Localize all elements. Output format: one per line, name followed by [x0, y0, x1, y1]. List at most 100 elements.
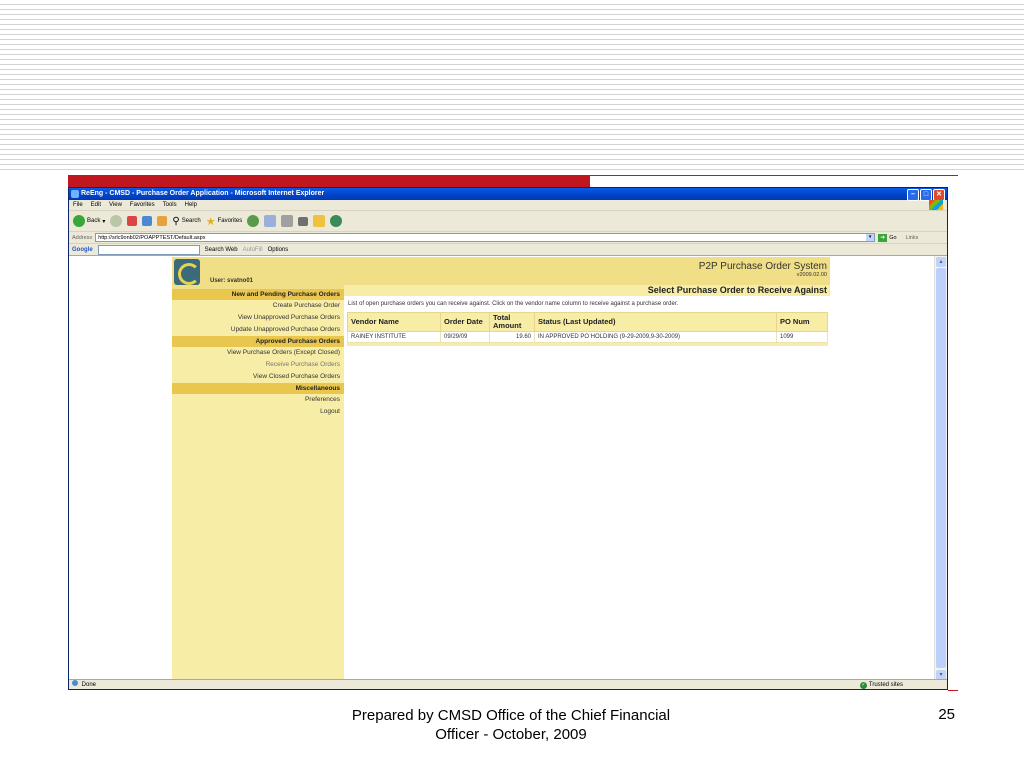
back-button[interactable]: Back ▾ — [73, 215, 105, 227]
total-amount: 19.60 — [489, 331, 535, 343]
system-header: P2P Purchase Order System v2009.02.00 — [344, 257, 830, 285]
nav-logout[interactable]: Logout — [172, 406, 344, 418]
table-header-row: Vendor Name Order Date Total Amount Stat… — [347, 312, 828, 332]
menu-tools[interactable]: Tools — [163, 200, 177, 210]
page-content: User: svatno01 New and Pending Purchase … — [69, 256, 935, 681]
forward-button[interactable] — [110, 215, 123, 227]
security-zone: ✓ Trusted sites — [859, 680, 903, 689]
table-footer-band — [347, 343, 828, 346]
search-label: Search — [181, 218, 201, 224]
search-web-button[interactable]: Search Web — [205, 247, 238, 253]
order-date: 09/29/09 — [440, 331, 490, 343]
page-icon — [72, 680, 78, 686]
nav-view-po-except-closed[interactable]: View Purchase Orders (Except Closed) — [172, 347, 344, 359]
status-bar: Done ✓ Trusted sites — [69, 679, 947, 689]
google-search-input[interactable] — [97, 244, 200, 255]
po-status: IN APPROVED PO HOLDING (9-29-2009,9-30-2… — [534, 331, 777, 343]
slide-background-stripes — [0, 0, 1024, 172]
back-label: Back — [87, 218, 101, 224]
scroll-thumb[interactable] — [936, 268, 946, 668]
nav-header-approved: Approved Purchase Orders — [172, 336, 344, 347]
page-description: List of open purchase orders you can rec… — [348, 301, 679, 307]
scroll-up-icon[interactable]: ▴ — [936, 257, 946, 267]
address-value: http://srlc9onb02/POAPPTEST/Default.aspx — [98, 235, 206, 241]
star-icon: ★ — [205, 215, 216, 228]
ie-logo-icon — [71, 190, 79, 198]
address-dropdown-icon[interactable]: ▾ — [866, 234, 875, 241]
go-arrow-icon: ➜ — [878, 233, 888, 242]
slide-red-line — [590, 175, 958, 176]
left-nav-panel: User: svatno01 New and Pending Purchase … — [172, 257, 344, 681]
nav-update-unapproved[interactable]: Update Unapproved Purchase Orders — [172, 324, 344, 336]
mail-button[interactable] — [264, 215, 277, 227]
folder-button[interactable] — [313, 215, 326, 227]
nav-receive-po[interactable]: Receive Purchase Orders — [172, 359, 344, 371]
autofill-button[interactable]: AutoFill — [243, 247, 263, 253]
page-title: Select Purchase Order to Receive Against — [344, 285, 830, 296]
search-button[interactable]: ⚲ Search — [172, 216, 200, 227]
search-icon: ⚲ — [172, 215, 180, 227]
slide-page-number: 25 — [938, 706, 955, 723]
slide-red-bar — [68, 175, 590, 187]
dropdown-arrow-icon: ▾ — [102, 218, 106, 225]
favorites-button[interactable]: ★ Favorites — [206, 215, 243, 228]
menu-file[interactable]: File — [73, 200, 83, 210]
address-input[interactable]: http://srlc9onb02/POAPPTEST/Default.aspx… — [95, 233, 876, 242]
nav-view-closed[interactable]: View Closed Purchase Orders — [172, 371, 344, 383]
window-title: ReEng - CMSD - Purchase Order Applicatio… — [81, 190, 325, 197]
nav-header-new-pending: New and Pending Purchase Orders — [172, 289, 344, 300]
go-label: Go — [889, 234, 897, 241]
edit-button[interactable] — [298, 216, 309, 226]
status-text: Done — [81, 682, 97, 688]
address-label: Address — [72, 234, 93, 241]
google-toolbar: Google Search Web AutoFill Options — [69, 244, 947, 256]
menu-favorites[interactable]: Favorites — [130, 200, 155, 210]
go-button[interactable]: ➜ Go — [878, 233, 897, 242]
stop-button[interactable] — [127, 216, 138, 226]
menu-edit[interactable]: Edit — [91, 200, 101, 210]
zone-label: Trusted sites — [868, 682, 903, 688]
options-button[interactable]: Options — [268, 247, 289, 253]
home-button[interactable] — [157, 216, 168, 226]
col-status[interactable]: Status (Last Updated) — [534, 312, 777, 332]
google-logo[interactable]: Google — [72, 247, 93, 253]
favorites-label: Favorites — [217, 218, 243, 224]
po-table: Vendor Name Order Date Total Amount Stat… — [347, 312, 828, 343]
col-date[interactable]: Order Date — [440, 312, 490, 332]
menu-bar: File Edit View Favorites Tools Help — [69, 200, 947, 211]
vertical-scrollbar[interactable]: ▴ ▾ — [934, 256, 947, 681]
main-panel: P2P Purchase Order System v2009.02.00 Se… — [344, 257, 830, 681]
vendor-link[interactable]: RAINEY INSTITUTE — [347, 331, 441, 343]
windows-flag-icon — [929, 200, 943, 210]
browser-titlebar: ReEng - CMSD - Purchase Order Applicatio… — [69, 188, 947, 201]
browser-window: ReEng - CMSD - Purchase Order Applicatio… — [68, 187, 948, 690]
refresh-button[interactable] — [142, 216, 153, 226]
menu-view[interactable]: View — [109, 200, 122, 210]
col-amount[interactable]: Total Amount — [489, 312, 535, 332]
col-po[interactable]: PO Num — [776, 312, 828, 332]
history-button[interactable] — [247, 215, 260, 227]
user-bar: User: svatno01 — [172, 257, 344, 289]
print-button[interactable] — [281, 215, 294, 227]
system-version: v2009.02.00 — [796, 272, 827, 278]
standard-toolbar: Back ▾ ⚲ Search ★ Favorites — [69, 211, 947, 232]
po-application: User: svatno01 New and Pending Purchase … — [172, 257, 830, 681]
current-user: User: svatno01 — [210, 278, 254, 284]
nav-create-po[interactable]: Create Purchase Order — [172, 300, 344, 312]
col-vendor[interactable]: Vendor Name — [347, 312, 441, 332]
messenger-button[interactable] — [330, 215, 343, 227]
po-number: 1099 — [776, 331, 828, 343]
address-bar: Address http://srlc9onb02/POAPPTEST/Defa… — [69, 232, 947, 244]
nav-header-misc: Miscellaneous — [172, 383, 344, 394]
cmsd-logo — [174, 259, 200, 285]
nav-preferences[interactable]: Preferences — [172, 394, 344, 406]
slide-red-line-bottom — [948, 690, 958, 691]
nav-view-unapproved[interactable]: View Unapproved Purchase Orders — [172, 312, 344, 324]
links-button[interactable]: Links — [906, 235, 919, 241]
check-icon: ✓ — [859, 681, 867, 689]
slide-footer: Prepared by CMSD Office of the Chief Fin… — [351, 707, 671, 743]
system-title: P2P Purchase Order System — [698, 261, 827, 272]
table-row: RAINEY INSTITUTE 09/29/09 19.60 IN APPRO… — [347, 331, 828, 343]
back-arrow-icon — [73, 215, 85, 227]
menu-help[interactable]: Help — [185, 200, 197, 210]
